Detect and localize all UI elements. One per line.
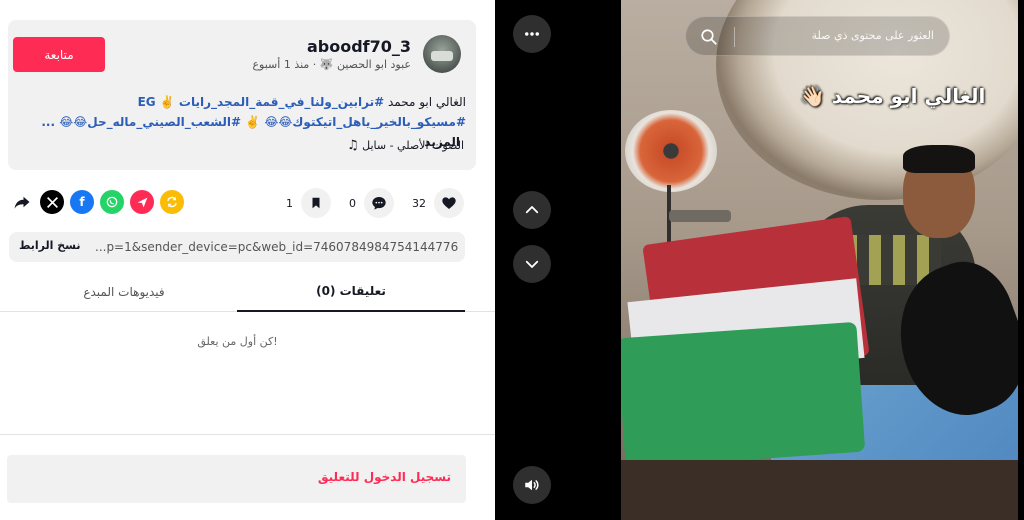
volume-icon [525, 479, 539, 491]
comment-stat[interactable]: 0 [349, 188, 394, 218]
chevron-down-icon [525, 260, 539, 268]
video-floor [621, 460, 1018, 520]
more-options-button[interactable] [513, 15, 551, 53]
hashtags-line-2[interactable]: #مسيكو_بالخير_ياهل_اتيكتوك😂😂 ✌️ #الشعب_ا… [41, 115, 466, 129]
action-row: f 1 0 32 [0, 183, 495, 221]
comment-icon[interactable] [364, 188, 394, 218]
heart-icon[interactable] [434, 188, 464, 218]
search-placeholder: العثور على محتوى ذي صلة [811, 29, 934, 42]
author-meta: عبود ابو الحصين 🐺 · منذ 1 أسبوع [252, 58, 411, 71]
share-link-box: نسخ الرابط ...p=1&sender_device=pc&web_i… [9, 232, 465, 262]
username[interactable]: aboodf70_3 [307, 37, 411, 56]
video-stool [669, 210, 731, 222]
hashtags-line-1[interactable]: #ترابين_ولنا_في_قمة_المجد_رايات ✌️ EG [138, 95, 385, 109]
save-stat[interactable]: 1 [286, 188, 331, 218]
post-detail-panel: متابعة aboodf70_3 عبود ابو الحصين 🐺 · من… [0, 0, 495, 520]
stats: 1 0 32 [286, 188, 482, 218]
sound-label: الصوت الأصلي - سايل [362, 139, 464, 152]
tiktok-page: متابعة aboodf70_3 عبود ابو الحصين 🐺 · من… [0, 0, 1024, 520]
divider [0, 434, 495, 435]
save-count: 1 [286, 196, 293, 210]
facebook-icon[interactable]: f [70, 190, 94, 214]
tab-creator-videos[interactable]: فيديوهات المبدع [10, 272, 238, 312]
comment-count: 0 [349, 196, 356, 210]
tabs: فيديوهات المبدع (0) تعليقات [0, 272, 495, 312]
like-stat[interactable]: 32 [412, 188, 464, 218]
description-line-1: الغالي ابو محمد #ترابين_ولنا_في_قمة_المج… [16, 92, 466, 112]
previous-video-button[interactable] [513, 191, 551, 229]
music-note-icon: ♫ [346, 138, 359, 153]
share-link-text[interactable]: ...p=1&sender_device=pc&web_id=746078498… [95, 240, 458, 254]
video-caption-overlay: الغالي ابو محمد 👋🏻 [800, 84, 986, 108]
login-to-comment-link[interactable]: تسجيل الدخول للتعليق [318, 470, 451, 484]
description-prefix: الغالي ابو محمد [387, 95, 466, 109]
send-icon[interactable] [130, 190, 154, 214]
search-separator [734, 27, 735, 47]
avatar[interactable] [423, 35, 461, 73]
volume-button[interactable] [513, 466, 551, 504]
share-icons: f [10, 190, 184, 214]
search-icon[interactable] [700, 28, 718, 46]
video-fan [625, 110, 717, 192]
arrow-share-icon[interactable] [10, 190, 34, 214]
x-icon[interactable] [40, 190, 64, 214]
related-search-bar[interactable]: العثور على محتوى ذي صلة [685, 16, 950, 56]
video-player: الغالي ابو محمد 👋🏻 العثور على محتوى ذي ص… [495, 0, 1024, 520]
tab-comments[interactable]: (0) تعليقات [237, 272, 465, 312]
like-count: 32 [412, 196, 426, 210]
copy-link-button[interactable]: نسخ الرابط [19, 239, 81, 252]
video-flag-green [621, 321, 866, 469]
ellipsis-icon [525, 32, 539, 36]
empty-comments-message: كن أول من يعلق! [197, 335, 278, 348]
follow-button[interactable]: متابعة [13, 37, 105, 72]
video-frame[interactable] [621, 0, 1018, 520]
sound-link[interactable]: الصوت الأصلي - سايل ♫ [343, 138, 464, 153]
login-to-comment-bar[interactable]: تسجيل الدخول للتعليق [7, 455, 466, 503]
post-info-card: متابعة aboodf70_3 عبود ابو الحصين 🐺 · من… [8, 20, 476, 170]
repost-icon[interactable] [160, 190, 184, 214]
whatsapp-icon[interactable] [100, 190, 124, 214]
video-person-hair [903, 145, 975, 173]
next-video-button[interactable] [513, 245, 551, 283]
bookmark-icon[interactable] [301, 188, 331, 218]
chevron-up-icon [525, 206, 539, 214]
